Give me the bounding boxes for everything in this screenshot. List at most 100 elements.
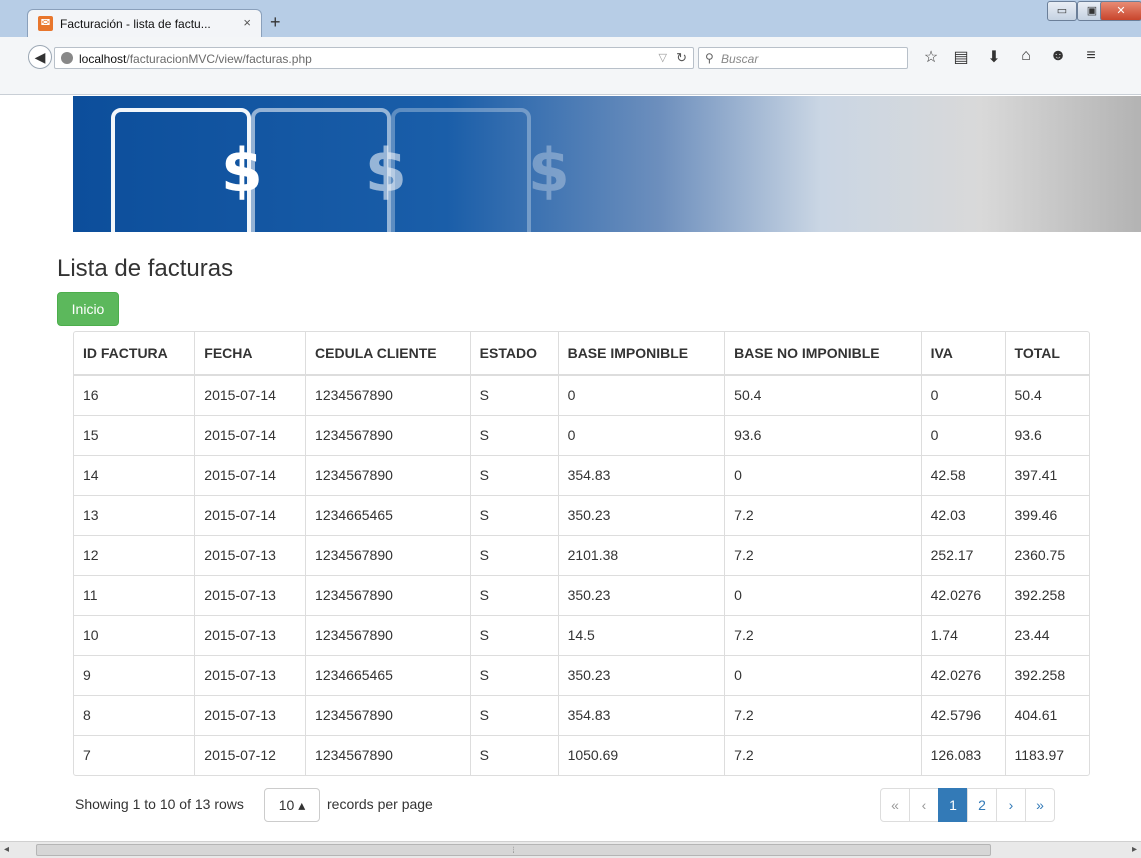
download-icon[interactable]: ⬇	[983, 47, 1005, 67]
new-tab-button[interactable]: +	[270, 12, 281, 33]
table-row: 14 2015-07-14 1234567890 S 354.83 0 42.58 397.4…	[74, 454, 1089, 495]
last-page-button[interactable]: »	[1025, 788, 1055, 822]
horizontal-scrollbar[interactable]: ◂ ⦙ ▸	[0, 841, 1141, 858]
scrollbar-thumb[interactable]: ⦙	[36, 844, 991, 856]
prev-page-button[interactable]: ‹	[909, 788, 939, 822]
page-title: Lista de facturas	[57, 255, 234, 282]
table-cell: 10	[74, 614, 195, 655]
header-banner: $ $ $	[73, 96, 1141, 232]
table-cell: S	[469, 734, 559, 775]
table-row: 8 2015-07-13 1234567890 S 354.83 7.2 42.5796 40…	[74, 694, 1089, 735]
bookmark-star-icon[interactable]: ☆	[920, 47, 942, 67]
back-button[interactable]: ◀	[28, 45, 52, 69]
table-cell: 1.74	[920, 614, 1006, 655]
table-cell: 2360.75	[1004, 534, 1089, 575]
home-icon[interactable]: ⌂	[1015, 47, 1037, 65]
table-cell: 404.61	[1004, 694, 1089, 735]
table-cell: 15	[74, 414, 195, 455]
table-cell: 1050.69	[557, 734, 725, 775]
inicio-button[interactable]: Inicio	[57, 292, 119, 326]
page-content: $ $ $ Lista de facturas Inicio ID FACTUR…	[0, 96, 1141, 841]
table-cell: S	[469, 414, 559, 455]
table-cell: 2015-07-13	[194, 654, 306, 695]
scroll-left-icon[interactable]: ◂	[4, 844, 9, 855]
table-cell: 2015-07-13	[194, 574, 306, 615]
table-cell: 23.44	[1004, 614, 1089, 655]
first-page-button[interactable]: «	[880, 788, 910, 822]
table-cell: 0	[920, 414, 1006, 455]
site-info-icon[interactable]	[61, 52, 73, 64]
table-cell: 14	[74, 454, 195, 495]
page-2-button[interactable]: 2	[967, 788, 997, 822]
table-cell: 2015-07-12	[194, 734, 306, 775]
table-cell: 2015-07-14	[194, 494, 306, 535]
column-header[interactable]: FECHA	[194, 332, 306, 376]
tab-close-icon[interactable]: ×	[243, 15, 251, 30]
table-cell: 50.4	[724, 374, 922, 415]
table-cell: 0	[920, 374, 1006, 415]
next-page-button[interactable]: ›	[996, 788, 1026, 822]
table-cell: S	[469, 494, 559, 535]
column-header[interactable]: ID FACTURA	[74, 332, 195, 376]
table-cell: 397.41	[1004, 454, 1089, 495]
browser-navbar: ◀ localhost/facturacionMVC/view/facturas…	[0, 37, 1141, 95]
minimize-button[interactable]: ▭	[1047, 1, 1077, 21]
table-cell: 42.58	[920, 454, 1006, 495]
table-cell: 392.258	[1004, 574, 1089, 615]
table-cell: 1234567890	[305, 734, 471, 775]
page-1-button[interactable]: 1	[938, 788, 968, 822]
table-cell: 7	[74, 734, 195, 775]
search-bar[interactable]: ⚲ Buscar	[698, 47, 908, 69]
reload-icon[interactable]: ↻	[676, 50, 687, 66]
invoice-card-icon	[391, 108, 531, 232]
table-cell: 399.46	[1004, 494, 1089, 535]
tab-title: Facturación - lista de factu...	[60, 17, 211, 31]
menu-icon[interactable]: ≡	[1080, 47, 1102, 65]
table-cell: 252.17	[920, 534, 1006, 575]
url-text: localhost/facturacionMVC/view/facturas.p…	[79, 52, 312, 66]
table-cell: 42.0276	[920, 574, 1006, 615]
table-cell: 8	[74, 694, 195, 735]
url-dropdown-icon[interactable]: ▽	[659, 51, 667, 64]
table-row: 16 2015-07-14 1234567890 S 0 50.4 0 50.4	[74, 374, 1089, 415]
column-header[interactable]: BASE NO IMPONIBLE	[724, 332, 922, 376]
table-row: 10 2015-07-13 1234567890 S 14.5 7.2 1.74 23.44	[74, 614, 1089, 655]
invoice-table: ID FACTURA FECHA CEDULA CLIENTE ESTADO BASE …	[73, 331, 1090, 776]
chat-icon[interactable]: ☻	[1047, 47, 1069, 65]
url-bar[interactable]: localhost/facturacionMVC/view/facturas.p…	[54, 47, 694, 69]
column-header[interactable]: BASE IMPONIBLE	[557, 332, 725, 376]
table-cell: 1234665465	[305, 494, 471, 535]
table-cell: 42.5796	[920, 694, 1006, 735]
table-cell: 7.2	[724, 494, 922, 535]
table-cell: S	[469, 694, 559, 735]
table-cell: 1234567890	[305, 614, 471, 655]
table-cell: 7.2	[724, 534, 922, 575]
browser-tab[interactable]: ✉ Facturación - lista de factu... ×	[27, 9, 262, 37]
window-close-button[interactable]: ✕	[1100, 1, 1141, 21]
table-cell: 350.23	[557, 574, 725, 615]
table-cell: 0	[724, 454, 922, 495]
scroll-right-icon[interactable]: ▸	[1132, 844, 1137, 855]
column-header[interactable]: TOTAL	[1004, 332, 1089, 376]
table-cell: 11	[74, 574, 195, 615]
reading-list-icon[interactable]: ▤	[950, 47, 972, 67]
table-cell: 7.2	[724, 734, 922, 775]
table-cell: S	[469, 374, 559, 415]
column-header[interactable]: ESTADO	[469, 332, 559, 376]
table-cell: 12	[74, 534, 195, 575]
page-size-dropdown[interactable]: 10 ▴	[264, 788, 320, 822]
table-cell: 9	[74, 654, 195, 695]
table-cell: 2015-07-13	[194, 614, 306, 655]
table-cell: 2015-07-14	[194, 414, 306, 455]
table-row: 7 2015-07-12 1234567890 S 1050.69 7.2 126.083 1…	[74, 734, 1089, 775]
table-cell: 350.23	[557, 654, 725, 695]
table-cell: S	[469, 454, 559, 495]
table-cell: 7.2	[724, 694, 922, 735]
table-cell: 354.83	[557, 694, 725, 735]
table-cell: 1234567890	[305, 374, 471, 415]
column-header[interactable]: CEDULA CLIENTE	[305, 332, 471, 376]
table-cell: 13	[74, 494, 195, 535]
table-cell: 1234567890	[305, 454, 471, 495]
column-header[interactable]: IVA	[920, 332, 1006, 376]
table-cell: 1234567890	[305, 414, 471, 455]
